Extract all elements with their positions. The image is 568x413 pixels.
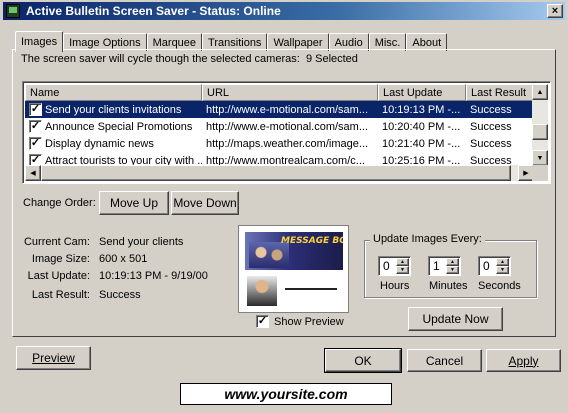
last-result-label: Last Result: [31,289,90,301]
move-up-button[interactable]: Move Up [99,191,169,215]
scroll-up-icon[interactable]: ▲ [532,84,548,100]
thumbnail-invitation-image [245,274,343,308]
row-last-update-cell: 10:20:40 PM -... [382,120,461,133]
column-header-url[interactable]: URL [202,84,378,101]
row-checkbox-icon[interactable]: ✓ [29,103,42,116]
row-url-cell: http://www.e-motional.com/sam... [206,103,368,116]
selected-count: 9 Selected [305,53,358,65]
show-preview-checkbox[interactable]: ✓ Show Preview [252,315,344,328]
row-name-cell[interactable]: ✓ Display dynamic news [25,137,202,150]
minutes-spin-buttons: ▲ ▼ [446,258,459,274]
intro-label: The screen saver will cycle though the s… [21,53,300,65]
last-result-value: Success [99,289,141,301]
last-update-label: Last Update: [27,270,90,282]
row-last-update-cell: 10:19:13 PM -... [382,103,461,116]
intro-text: The screen saver will cycle though the s… [21,53,358,65]
row-name-cell[interactable]: ✓ Send your clients invitations [25,103,202,116]
move-down-button[interactable]: Move Down [171,191,239,215]
list-header: Name URL Last Update Last Result [25,84,534,101]
scroll-corner [532,165,548,181]
table-row[interactable]: ✓ Announce Special Promotions http://www.e… [25,118,534,135]
seconds-spin-buttons: ▲ ▼ [496,258,509,274]
minutes-spinner[interactable]: 1 ▲ ▼ [428,256,461,276]
show-preview-check-icon[interactable]: ✓ [256,315,269,328]
close-button[interactable]: × [547,4,563,18]
update-interval-title: Update Images Every: [370,233,485,245]
camera-list[interactable]: Name URL Last Update Last Result ✓ Send y… [22,81,551,184]
preview-button[interactable]: Preview [16,346,91,370]
thumbnail-script-graphic [285,280,337,290]
minutes-value[interactable]: 1 [433,259,440,273]
row-last-result-cell: Success [470,120,512,133]
minutes-up-icon[interactable]: ▲ [446,258,459,266]
seconds-down-icon[interactable]: ▼ [496,266,509,274]
app-icon [6,4,20,18]
thumbnail-person-image [247,276,277,306]
table-row[interactable]: ✓ Send your clients invitations http://www… [25,101,534,118]
row-url-cell: http://www.e-motional.com/sam... [206,120,368,133]
horizontal-scrollbar[interactable]: ◀ ▶ [25,165,534,181]
hours-label: Hours [380,280,410,292]
row-name: Announce Special Promotions [45,120,193,133]
row-checkbox-icon[interactable]: ✓ [29,137,42,150]
seconds-up-icon[interactable]: ▲ [496,258,509,266]
column-header-last-update[interactable]: Last Update [378,84,466,101]
seconds-label: Seconds [478,280,521,292]
row-last-result-cell: Success [470,137,512,150]
thumbnail-banner-image: MESSAGE BOARDS CHAT [245,232,343,270]
horizontal-scroll-thumb[interactable] [41,165,511,181]
vertical-scrollbar[interactable]: ▲ ▼ [532,84,548,166]
minutes-label: Minutes [429,280,468,292]
scroll-down-icon[interactable]: ▼ [532,150,548,166]
current-cam-value: Send your clients [99,236,184,248]
row-name: Send your clients invitations [45,103,182,116]
hours-up-icon[interactable]: ▲ [396,258,409,266]
hours-spinner[interactable]: 0 ▲ ▼ [378,256,411,276]
change-order-label: Change Order: [23,197,96,209]
row-url-cell: http://maps.weather.com/image... [206,137,369,150]
current-cam-label: Current Cam: [23,236,90,248]
row-last-result-cell: Success [470,103,512,116]
hours-down-icon[interactable]: ▼ [396,266,409,274]
hours-spin-buttons: ▲ ▼ [396,258,409,274]
row-checkbox-icon[interactable]: ✓ [29,120,42,133]
update-now-button[interactable]: Update Now [408,307,503,331]
apply-button[interactable]: Apply [486,349,561,372]
screensaver-settings-window: Active Bulletin Screen Saver - Status: O… [0,0,568,413]
image-size-value: 600 x 501 [99,253,148,265]
last-update-value: 10:19:13 PM - 9/19/00 [99,270,208,282]
ok-button[interactable]: OK [324,348,402,373]
vertical-scroll-thumb[interactable] [532,124,548,140]
tab-images[interactable]: Images [15,31,64,52]
column-header-name[interactable]: Name [25,84,202,101]
seconds-spinner[interactable]: 0 ▲ ▼ [478,256,511,276]
preview-thumbnail: MESSAGE BOARDS CHAT [238,225,349,313]
cancel-button[interactable]: Cancel [407,349,482,372]
hours-value[interactable]: 0 [383,259,390,273]
row-name-cell[interactable]: ✓ Announce Special Promotions [25,120,202,133]
image-size-label: Image Size: [31,253,90,265]
seconds-value[interactable]: 0 [483,259,490,273]
list-rows: ✓ Send your clients invitations http://www… [25,101,534,169]
tab-strip: Images Image Options Marquee Transitions… [15,31,448,52]
show-preview-label: Show Preview [274,315,344,328]
thumbnail-headline: MESSAGE BOARDS CHAT [281,236,343,246]
scroll-left-icon[interactable]: ◀ [25,165,41,181]
row-name: Display dynamic news [45,137,154,150]
minutes-down-icon[interactable]: ▼ [446,266,459,274]
title-bar[interactable]: Active Bulletin Screen Saver - Status: O… [3,2,565,20]
row-last-update-cell: 10:21:40 PM -... [382,137,461,150]
table-row[interactable]: ✓ Display dynamic news http://maps.weather… [25,135,534,152]
column-header-last-result[interactable]: Last Result [466,84,534,101]
window-title: Active Bulletin Screen Saver - Status: O… [26,4,281,18]
site-url-banner[interactable]: www.yoursite.com [180,383,392,405]
